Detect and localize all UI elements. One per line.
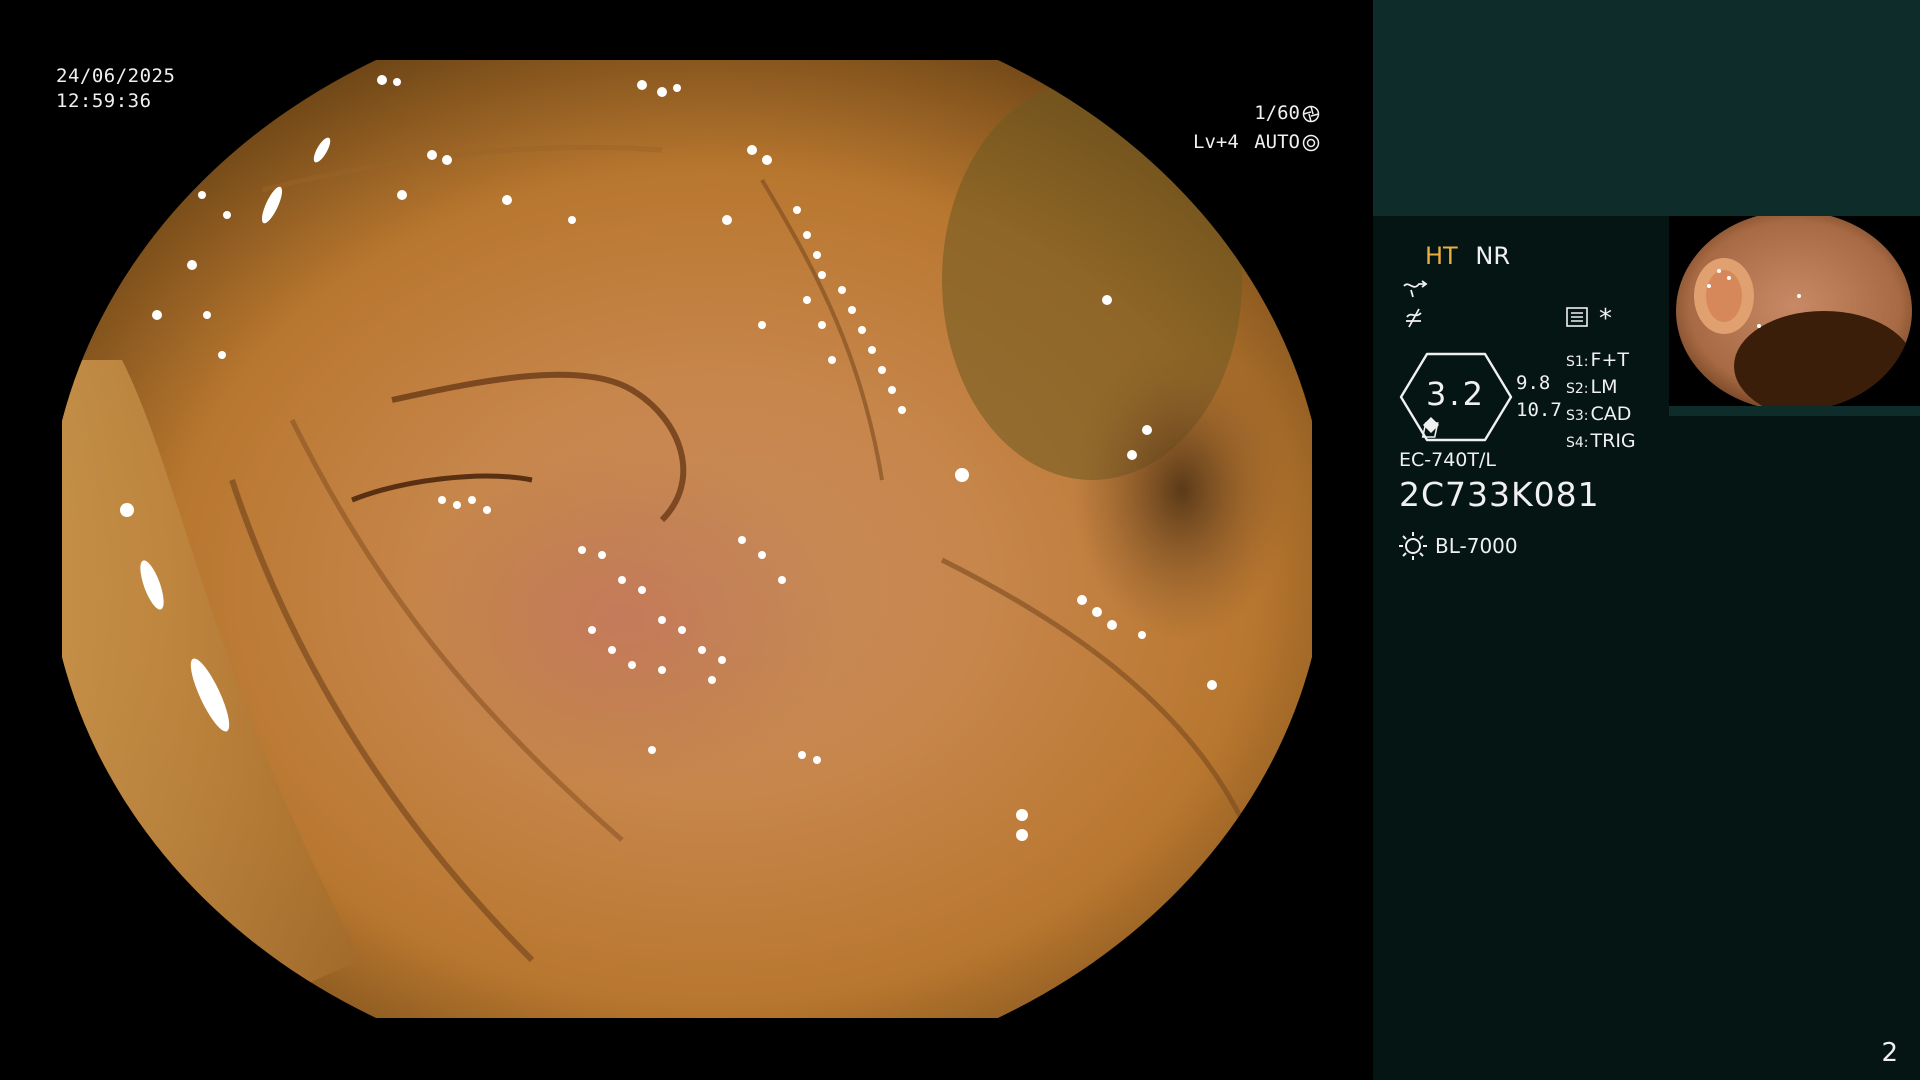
shutter-text: 1/60 xyxy=(1254,102,1300,124)
switch-value: CAD xyxy=(1590,403,1632,425)
switch-row: S2: LM xyxy=(1566,375,1636,402)
side-value-1: 9.8 xyxy=(1516,372,1551,394)
aperture-icon xyxy=(1302,105,1320,122)
side-values: 9.8 10.7 xyxy=(1516,370,1562,424)
switch-key: S1: xyxy=(1566,354,1589,370)
mucosa-image xyxy=(62,60,1312,1018)
endoscope-image xyxy=(62,60,1312,1018)
switch-row: S4: TRIG xyxy=(1566,429,1636,456)
mode-ht: HT xyxy=(1425,242,1458,270)
slashed-f-icon xyxy=(1401,307,1429,331)
switch-value: TRIG xyxy=(1590,430,1636,452)
switch-row: S1: F+T xyxy=(1566,348,1636,375)
level-row: Lv+4 AUTO xyxy=(1193,128,1320,157)
light-source-text: BL-7000 xyxy=(1435,534,1518,558)
page-number: 2 xyxy=(1881,1038,1898,1068)
iris-icon xyxy=(1302,134,1320,151)
side-value-2: 10.7 xyxy=(1516,399,1562,421)
image-mode: HT NR xyxy=(1425,242,1510,270)
switch-row: S3: CAD xyxy=(1566,402,1636,429)
record-icon xyxy=(1565,306,1589,328)
scope-model: EC-740T/L xyxy=(1399,449,1496,471)
auto-text: AUTO xyxy=(1254,131,1300,153)
switch-key: S3: xyxy=(1566,408,1589,424)
switch-value: F+T xyxy=(1590,349,1629,371)
tilde-arrow-icon xyxy=(1401,276,1429,300)
light-source: BL-7000 xyxy=(1397,530,1518,562)
light-bulb-icon xyxy=(1399,532,1427,560)
exposure-overlay: 1/60 Lv+4 AUTO xyxy=(1193,99,1320,157)
panel-header-area xyxy=(1373,0,1920,216)
level-text: Lv+4 xyxy=(1193,131,1239,153)
time-text: 12:59:36 xyxy=(56,90,152,112)
switch-assignments: S1: F+T S2: LM S3: CAD S4: TRIG xyxy=(1566,348,1636,456)
switch-key: S2: xyxy=(1566,381,1589,397)
info-panel: HT NR * 3.2 9.8 10.7 S1: F+T S2: LM S3: … xyxy=(1373,0,1920,1080)
switch-value: LM xyxy=(1590,376,1618,398)
endoscope-view-area: 24/06/2025 12:59:36 1/60 Lv+4 AUTO xyxy=(0,0,1372,1080)
endoscopy-screen: 24/06/2025 12:59:36 1/60 Lv+4 AUTO HT NR… xyxy=(0,0,1920,1080)
date-time-overlay: 24/06/2025 12:59:36 xyxy=(56,64,175,114)
scope-serial: 2C733K081 xyxy=(1399,475,1600,514)
mode-nr: NR xyxy=(1475,242,1510,270)
thumbnail-image xyxy=(1669,216,1920,416)
switch-key: S4: xyxy=(1566,435,1589,451)
date-text: 24/06/2025 xyxy=(56,65,176,87)
asterisk-mark: * xyxy=(1599,304,1612,334)
dial-value: 3.2 xyxy=(1426,375,1486,413)
shutter-row: 1/60 xyxy=(1193,99,1320,128)
reference-thumbnail[interactable] xyxy=(1669,216,1920,416)
dial-indicator: 3.2 xyxy=(1399,351,1513,443)
